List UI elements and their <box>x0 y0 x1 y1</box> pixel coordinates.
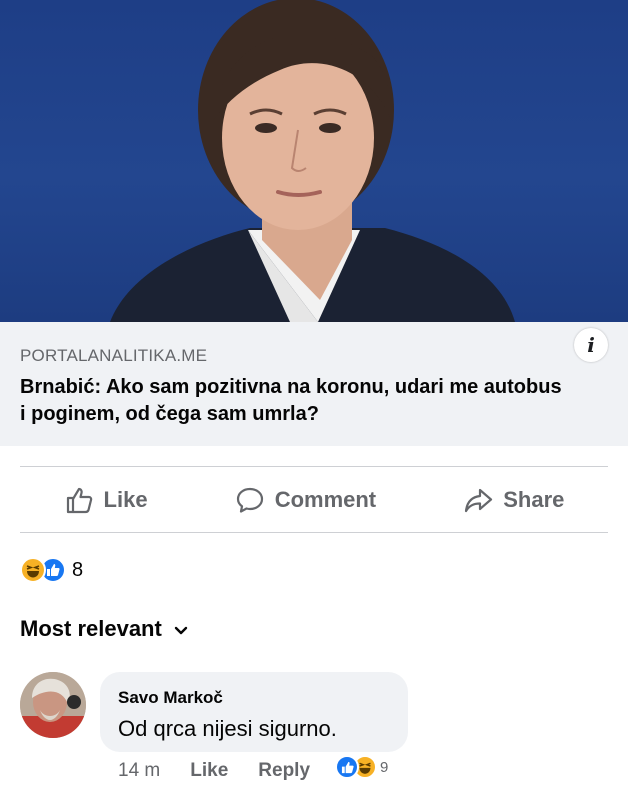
reactions-summary[interactable]: 8 <box>20 556 83 584</box>
reaction-count: 8 <box>72 558 84 581</box>
like-label: Like <box>103 487 148 512</box>
avatar[interactable] <box>20 672 86 738</box>
divider <box>20 532 608 533</box>
link-preview[interactable]: PORTALANALITIKA.ME Brnabić: Ako sam pozi… <box>0 322 628 446</box>
divider <box>20 466 608 467</box>
post-image[interactable] <box>0 0 628 322</box>
chevron-down-icon <box>174 616 188 642</box>
link-headline[interactable]: Brnabić: Ako sam pozitivna na koronu, ud… <box>20 374 570 428</box>
thumbs-up-icon <box>64 485 94 515</box>
comment-reaction-count: 9 <box>380 758 389 776</box>
comment-time[interactable]: 14 m <box>118 760 160 782</box>
comment-meta: 14 m Like Reply <box>118 760 310 782</box>
comment-author[interactable]: Savo Markoč <box>118 688 223 708</box>
like-reaction-icon <box>335 755 359 779</box>
like-button[interactable]: Like <box>64 485 148 515</box>
portrait-illustration <box>110 0 515 322</box>
comment-text: Od qrca nijesi sigurno. <box>118 716 337 741</box>
share-label: Share <box>503 487 565 512</box>
info-icon[interactable]: i <box>574 328 608 362</box>
comment-like-button[interactable]: Like <box>190 760 228 782</box>
comment-reply-button[interactable]: Reply <box>258 760 310 782</box>
speech-bubble-icon <box>235 485 265 515</box>
comment-button[interactable]: Comment <box>235 485 376 515</box>
avatar-photo <box>20 672 86 738</box>
share-arrow-icon <box>463 485 493 515</box>
comment-reactions[interactable]: 9 <box>334 752 393 782</box>
share-button[interactable]: Share <box>463 485 564 515</box>
post-action-bar: Like Comment Share <box>20 468 608 532</box>
comment-bubble[interactable]: Savo Markoč Od qrca nijesi sigurno. <box>100 672 408 752</box>
haha-reaction-icon <box>20 557 46 583</box>
comment-label: Comment <box>274 487 377 512</box>
link-domain: PORTALANALITIKA.ME <box>20 346 208 365</box>
sort-label: Most relevant <box>20 616 162 641</box>
comments-sort-dropdown[interactable]: Most relevant <box>20 616 188 642</box>
